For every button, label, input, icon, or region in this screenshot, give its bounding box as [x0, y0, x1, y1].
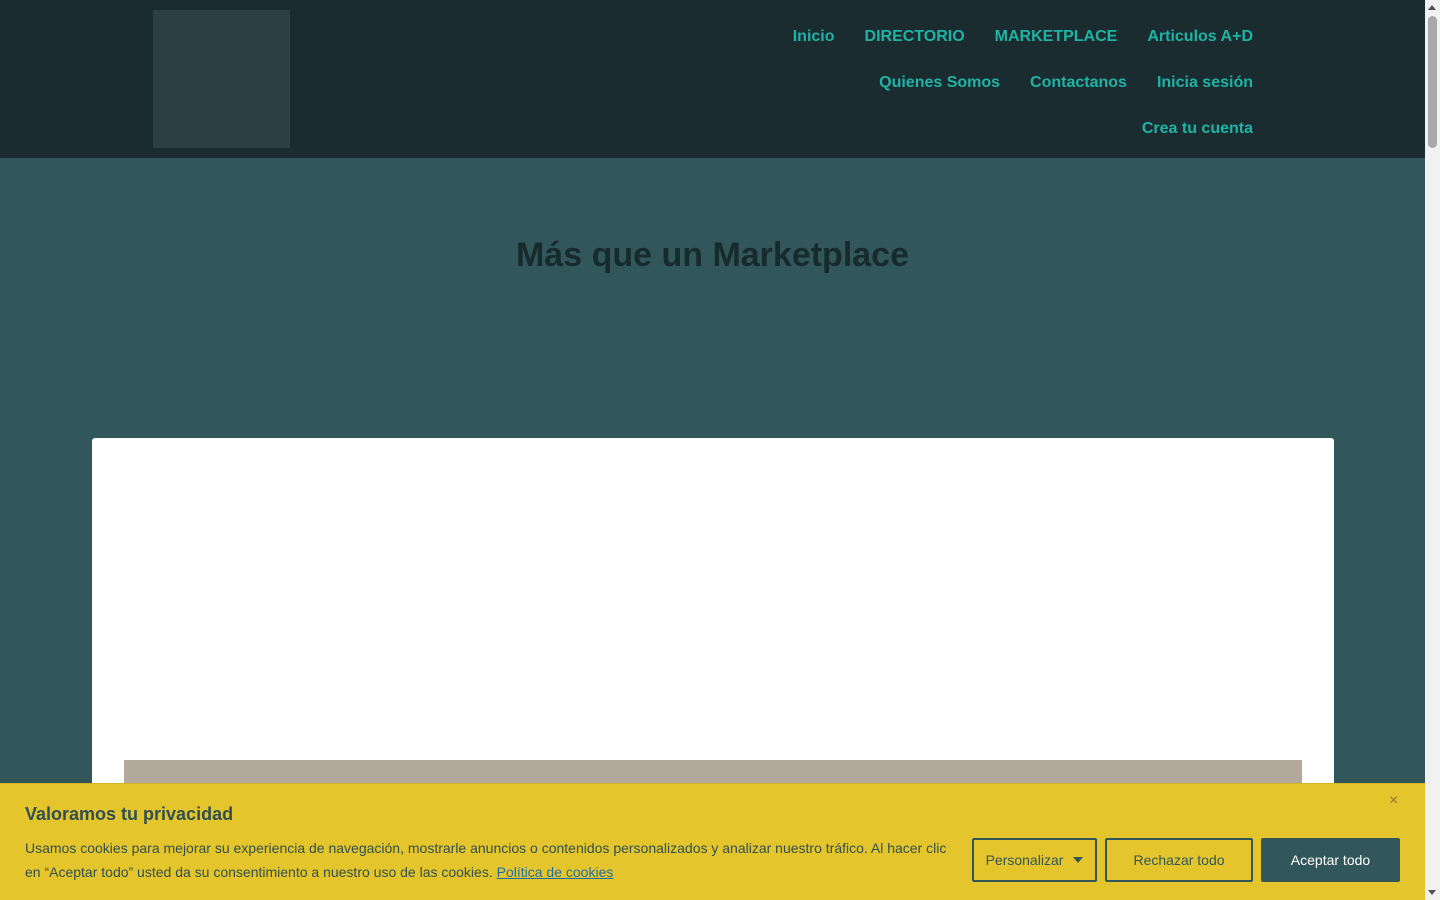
customize-label: Personalizar: [985, 852, 1064, 868]
nav-row-3: Crea tu cuenta: [1142, 106, 1253, 152]
cookie-title: Valoramos tu privacidad: [25, 804, 234, 824]
site-header: Inicio DIRECTORIO MARKETPLACE Articulos …: [0, 0, 1425, 158]
nav-link-articulos[interactable]: Articulos A+D: [1147, 28, 1253, 46]
accept-all-button[interactable]: Aceptar todo: [1261, 838, 1400, 882]
close-icon[interactable]: ×: [1389, 792, 1398, 810]
hero-title: Más que un Marketplace: [515, 236, 909, 274]
cookie-policy-link[interactable]: Política de cookies: [497, 864, 614, 880]
cookie-banner: Valoramos tu privacidad × Usamos cookies…: [0, 783, 1425, 900]
cookie-text: Usamos cookies para mejorar su experienc…: [25, 836, 955, 884]
scroll-up-icon[interactable]: [1428, 5, 1436, 10]
nav-link-quienes-somos[interactable]: Quienes Somos: [879, 74, 1000, 92]
nav-row-1: Inicio DIRECTORIO MARKETPLACE Articulos …: [793, 14, 1253, 60]
nav-row-2: Quienes Somos Contactanos Inicia sesión: [879, 60, 1253, 106]
nav-link-directorio[interactable]: DIRECTORIO: [865, 28, 965, 46]
scroll-thumb[interactable]: [1428, 16, 1437, 148]
nav-link-crea-cuenta[interactable]: Crea tu cuenta: [1142, 120, 1253, 138]
cookie-body: Usamos cookies para mejorar su experienc…: [25, 840, 947, 880]
reject-all-button[interactable]: Rechazar todo: [1105, 838, 1253, 882]
page-scrollbar[interactable]: [1425, 0, 1440, 900]
nav-link-marketplace[interactable]: MARKETPLACE: [995, 28, 1118, 46]
main-nav: Inicio DIRECTORIO MARKETPLACE Articulos …: [733, 14, 1253, 152]
customize-button[interactable]: Personalizar: [972, 838, 1097, 882]
caret-down-icon: [1073, 857, 1084, 863]
nav-link-inicio[interactable]: Inicio: [793, 28, 835, 46]
nav-link-inicia-sesion[interactable]: Inicia sesión: [1157, 74, 1253, 92]
scroll-down-icon[interactable]: [1428, 890, 1436, 895]
site-logo[interactable]: [153, 10, 290, 148]
nav-link-contactanos[interactable]: Contactanos: [1030, 74, 1127, 92]
